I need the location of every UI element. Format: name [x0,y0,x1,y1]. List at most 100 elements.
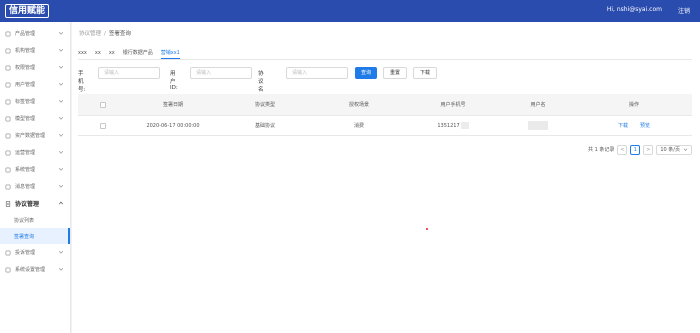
sidebar-item-complaint[interactable]: 投诉管理 [0,244,70,261]
download-link[interactable]: 下载 [618,122,628,129]
next-page-button[interactable]: > [643,144,654,155]
table-header: 签署日期 协议类型 授权场景 用户手机号 用户名 操作 [78,94,692,116]
tab-bank-data-product[interactable]: 银行数据产品 [123,49,153,59]
sidebar-item-model[interactable]: 模型管理 [0,110,70,127]
sidebar-item-label: 权限管理 [15,65,36,71]
query-button[interactable]: 查询 [355,67,377,79]
page-size-select[interactable]: 10 条/页 [656,144,692,155]
org-icon [5,48,11,54]
chevron-down-icon [58,250,64,254]
chevron-down-icon [58,48,64,52]
breadcrumb-current: 签署查询 [108,31,131,37]
chevron-down-icon [58,65,64,69]
page-number-button[interactable]: 1 [630,144,641,155]
scenario-cell: 消费 [353,123,364,129]
redacted-block [528,121,548,130]
sidebar-item-asset[interactable]: 资产数据管理 [0,127,70,144]
sign-date-cell: 2020-06-17 00:00:00 [146,122,200,129]
chevron-down-icon [683,148,688,152]
protocol-name-input[interactable]: 请输入 [286,67,348,79]
app-logo: 信用赋能 [5,4,50,18]
pagination: 共 1 条记录 < 1 > 10 条/页 [588,144,692,155]
message-icon [5,184,11,190]
system-icon [5,167,11,173]
preview-link[interactable]: 预览 [640,122,650,129]
sidebar-item-tag[interactable]: 标签管理 [0,93,70,110]
chevron-up-icon [58,201,64,205]
sidebar-item-org[interactable]: 机构管理 [0,42,70,59]
redacted-block [460,122,469,129]
sidebar-item-product[interactable]: 产品管理 [0,25,70,42]
select-all-cell [78,94,128,115]
sidebar-item-label: 投诉管理 [15,250,36,256]
chevron-down-icon [58,184,64,188]
user-id-input[interactable]: 请输入 [190,67,252,79]
row-checkbox[interactable] [100,122,106,129]
settings-icon [5,267,11,273]
chevron-down-icon [58,116,64,120]
column-header: 用户手机号 [440,102,466,108]
cursor-marker [426,228,428,230]
sidebar-subitem-label: 协议列表 [14,217,35,224]
sidebar-item-label: 系统设置管理 [15,267,46,273]
phone-cell: 1351217 [406,116,500,135]
user-greeting: Hi, nshi@syai.com [606,6,662,13]
reset-label: 重置 [389,70,400,76]
chevron-down-icon [58,82,64,86]
tab-2[interactable]: xx [95,49,101,59]
asset-icon [5,133,11,139]
download-button[interactable]: 下载 [413,67,437,79]
column-header: 用户名 [530,102,546,108]
sidebar-item-settings[interactable]: 系统设置管理 [0,261,70,278]
complaint-icon [5,250,11,256]
phone-label: 手机号: [78,71,86,93]
top-bar: 信用赋能 Hi, nshi@syai.com 注销 [0,0,700,22]
tab-marketing[interactable]: 营销xx1 [160,49,180,59]
sidebar-group-protocol[interactable]: 协议管理 [0,195,70,212]
product-icon [5,31,11,37]
row-select-cell [78,116,128,135]
username-cell [500,116,576,135]
prev-page-button[interactable]: < [617,144,628,155]
sign-records-table: 签署日期 协议类型 授权场景 用户手机号 用户名 操作 2020-06-17 0… [78,94,692,136]
protocol-icon [5,200,11,207]
user-icon [5,82,11,88]
sidebar-item-label: 机构管理 [15,48,36,54]
phone-input[interactable]: 请输入 [98,67,160,79]
sidebar-item-label: 运营管理 [15,150,36,156]
sidebar-item-label: 消息管理 [15,184,36,190]
table-row: 2020-06-17 00:00:00 基础协议 消费 1351217 下载 预… [78,116,692,136]
breadcrumb-separator: / [104,31,106,37]
page-size-value: 10 条/页 [660,147,680,153]
sidebar-item-label: 标签管理 [15,99,36,105]
sidebar-item-system[interactable]: 系统管理 [0,161,70,178]
column-header: 操作 [628,102,639,108]
sidebar-item-operation[interactable]: 运营管理 [0,144,70,161]
tab-3[interactable]: xx [109,49,115,59]
model-icon [5,116,11,122]
tab-divider [78,59,692,60]
sidebar-item-label: 产品管理 [15,31,36,37]
sidebar-item-message[interactable]: 消息管理 [0,178,70,195]
logout-link[interactable]: 注销 [678,6,690,15]
column-header: 授权场景 [348,102,369,108]
actions-cell: 下载 预览 [576,116,692,135]
sidebar-item-label: 资产数据管理 [15,133,46,139]
sidebar-item-permission[interactable]: 权限管理 [0,59,70,76]
chevron-down-icon [58,31,64,35]
chevron-down-icon [58,167,64,171]
chevron-down-icon [58,99,64,103]
sidebar: 产品管理机构管理权限管理用户管理标签管理模型管理资产数据管理 运营管理系统管理消息… [0,22,71,333]
sidebar-subitem-sign-query[interactable]: 签署查询 [0,228,70,244]
sidebar-item-user[interactable]: 用户管理 [0,76,70,93]
reset-button[interactable]: 重置 [383,67,407,79]
tab-bar: xxx xx xx 银行数据产品 营销xx1 [78,49,180,59]
sidebar-item-label: 用户管理 [15,82,36,88]
tab-1[interactable]: xxx [78,49,87,59]
column-header: 签署日期 [162,102,183,108]
sidebar-subitem-protocol-list[interactable]: 协议列表 [0,212,70,228]
protocol-type-cell: 基础协议 [254,123,275,129]
breadcrumb-parent[interactable]: 协议管理 [79,31,101,37]
operation-icon [5,150,11,156]
select-all-checkbox[interactable] [100,101,106,108]
